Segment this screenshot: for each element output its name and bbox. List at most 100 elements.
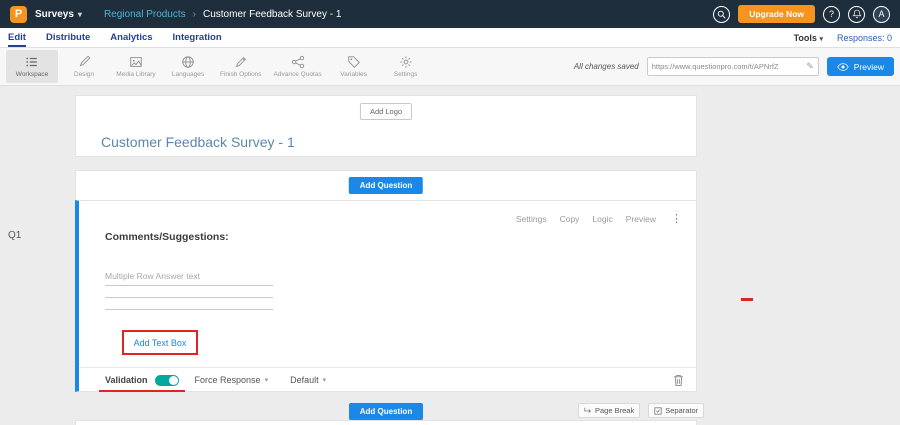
responses-count[interactable]: Responses: 0 bbox=[837, 33, 892, 43]
toolbar-item-advance-quotas[interactable]: Advance Quotas bbox=[268, 50, 328, 83]
add-question-button-bottom[interactable]: Add Question bbox=[349, 403, 423, 420]
caret-down-icon: ▾ bbox=[78, 10, 82, 19]
surveys-menu[interactable]: Surveys ▾ bbox=[35, 9, 82, 20]
toolbar-item-label: Media Library bbox=[116, 71, 155, 78]
tools-label: Tools bbox=[794, 33, 817, 43]
question-number-label: Q1 bbox=[8, 230, 21, 241]
breadcrumb-parent[interactable]: Regional Products bbox=[104, 9, 186, 20]
help-button[interactable]: ? bbox=[823, 6, 840, 23]
toolbar-item-variables[interactable]: Variables bbox=[328, 50, 380, 83]
nav-right: Tools ▾ Responses: 0 bbox=[794, 33, 892, 47]
page-break-icon bbox=[584, 407, 592, 415]
question-actions: Settings Copy Logic Preview ⋮ bbox=[516, 212, 682, 225]
chevron-right-icon: › bbox=[193, 9, 196, 20]
question-section: Add Question Settings Copy Logic Preview… bbox=[75, 170, 697, 392]
more-options-icon[interactable]: ⋮ bbox=[671, 212, 682, 225]
caret-down-icon: ▾ bbox=[323, 376, 327, 384]
question-footer-row: Validation Force Response ▾ Default ▾ bbox=[105, 368, 684, 392]
surveys-menu-label: Surveys bbox=[35, 9, 74, 20]
page-break-label: Page Break bbox=[595, 406, 634, 415]
separator-checkbox-icon bbox=[654, 407, 662, 415]
toolbar-right: All changes saved ✎ Preview bbox=[574, 57, 894, 76]
media-library-icon bbox=[129, 55, 143, 69]
add-text-box-link[interactable]: Add Text Box bbox=[134, 338, 187, 348]
delete-question-button[interactable] bbox=[673, 374, 684, 387]
question-preview-link[interactable]: Preview bbox=[626, 214, 656, 224]
toolbar-item-finish-options[interactable]: Finish Options bbox=[214, 50, 268, 83]
tools-menu[interactable]: Tools ▾ bbox=[794, 33, 823, 43]
answer-area[interactable]: Multiple Row Answer text bbox=[105, 271, 273, 310]
tab-analytics[interactable]: Analytics bbox=[110, 32, 152, 47]
save-status-text: All changes saved bbox=[574, 62, 639, 71]
toolbar-item-label: Finish Options bbox=[220, 71, 262, 78]
question-settings-link[interactable]: Settings bbox=[516, 214, 547, 224]
survey-header-card: Add Logo Customer Feedback Survey - 1 bbox=[75, 95, 697, 157]
answer-row-2[interactable] bbox=[105, 286, 273, 298]
toolbar-item-label: Advance Quotas bbox=[274, 71, 322, 78]
edit-url-pencil-icon[interactable]: ✎ bbox=[806, 61, 814, 72]
footer-chips: Page Break Separator bbox=[578, 403, 704, 418]
separator-button[interactable]: Separator bbox=[648, 403, 704, 418]
survey-title[interactable]: Customer Feedback Survey - 1 bbox=[101, 134, 295, 150]
tab-integration[interactable]: Integration bbox=[173, 32, 222, 47]
survey-url-field: ✎ bbox=[647, 57, 819, 76]
bell-icon bbox=[852, 9, 862, 19]
workspace-icon bbox=[25, 55, 39, 69]
toolbar-item-label: Settings bbox=[394, 71, 418, 78]
default-dropdown[interactable]: Default ▾ bbox=[290, 375, 326, 385]
upgrade-now-button[interactable]: Upgrade Now bbox=[738, 5, 815, 23]
validation-label: Validation bbox=[105, 375, 148, 385]
design-icon bbox=[77, 55, 91, 69]
add-text-box-highlight-annotation: Add Text Box bbox=[122, 330, 198, 355]
question-logic-link[interactable]: Logic bbox=[592, 214, 612, 224]
toolbar-item-languages[interactable]: Languages bbox=[162, 50, 214, 83]
toolbar-item-label: Design bbox=[74, 71, 94, 78]
toolbar-item-label: Workspace bbox=[16, 71, 48, 78]
variables-icon bbox=[347, 55, 361, 69]
notifications-button[interactable] bbox=[848, 6, 865, 23]
validation-toggle[interactable] bbox=[155, 375, 179, 386]
preview-button[interactable]: Preview bbox=[827, 57, 894, 76]
survey-url-input[interactable] bbox=[652, 62, 806, 71]
validation-underline-annotation bbox=[99, 390, 185, 392]
survey-builder-screen: P Surveys ▾ Regional Products › Customer… bbox=[0, 0, 900, 425]
add-logo-button[interactable]: Add Logo bbox=[360, 103, 412, 120]
preview-button-label: Preview bbox=[854, 62, 884, 72]
question-card[interactable]: Settings Copy Logic Preview ⋮ Comments/S… bbox=[75, 200, 697, 392]
toggle-knob bbox=[169, 376, 178, 385]
page-break-button[interactable]: Page Break bbox=[578, 403, 640, 418]
tab-edit[interactable]: Edit bbox=[8, 32, 26, 47]
toolbar-item-settings[interactable]: Settings bbox=[380, 50, 432, 83]
toolbar-item-design[interactable]: Design bbox=[58, 50, 110, 83]
question-copy-link[interactable]: Copy bbox=[560, 214, 580, 224]
finish-options-icon bbox=[234, 55, 248, 69]
force-response-dropdown[interactable]: Force Response ▾ bbox=[195, 375, 269, 385]
default-label: Default bbox=[290, 375, 319, 385]
answer-row-3[interactable] bbox=[105, 298, 273, 310]
question-text[interactable]: Comments/Suggestions: bbox=[105, 231, 229, 243]
search-button[interactable] bbox=[713, 6, 730, 23]
tab-distribute[interactable]: Distribute bbox=[46, 32, 90, 47]
user-avatar[interactable]: A bbox=[873, 6, 890, 23]
add-question-strip: Add Question bbox=[75, 170, 697, 200]
advance-quotas-icon bbox=[291, 55, 305, 69]
top-bar-actions: Upgrade Now ? A bbox=[713, 5, 890, 23]
main-nav: Edit Distribute Analytics Integration To… bbox=[0, 28, 900, 48]
next-block-card-partial bbox=[75, 420, 697, 425]
red-dash-annotation bbox=[741, 298, 753, 301]
toolbar-item-workspace[interactable]: Workspace bbox=[6, 50, 58, 83]
breadcrumb: Regional Products › Customer Feedback Su… bbox=[104, 9, 341, 20]
editor-toolbar: Workspace Design Media Library Languages… bbox=[0, 48, 900, 86]
separator-label: Separator bbox=[665, 406, 698, 415]
questionpro-logo[interactable]: P bbox=[10, 6, 27, 23]
answer-row-1[interactable]: Multiple Row Answer text bbox=[105, 271, 273, 286]
survey-canvas: Q1 Add Logo Customer Feedback Survey - 1… bbox=[0, 86, 900, 425]
settings-gear-icon bbox=[399, 55, 413, 69]
trash-icon bbox=[673, 374, 684, 387]
caret-down-icon: ▾ bbox=[819, 36, 823, 43]
toolbar-item-label: Variables bbox=[340, 71, 367, 78]
toolbar-item-label: Languages bbox=[172, 71, 204, 78]
search-icon bbox=[717, 10, 726, 19]
toolbar-item-media-library[interactable]: Media Library bbox=[110, 50, 162, 83]
add-question-button-top[interactable]: Add Question bbox=[349, 177, 423, 194]
